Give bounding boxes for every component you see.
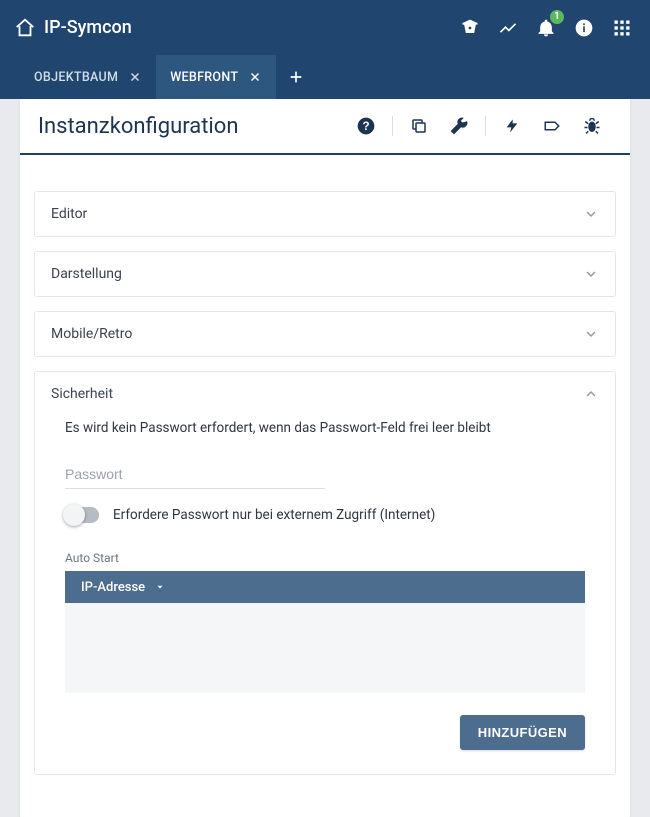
svg-text:?: ?: [362, 120, 369, 133]
chevron-down-icon: [583, 266, 599, 282]
section-header-editor[interactable]: Editor: [35, 192, 615, 236]
dropdown-arrow-icon: [155, 582, 165, 592]
chevron-up-icon: [583, 386, 599, 402]
section-darstellung: Darstellung: [34, 251, 616, 297]
autostart-list-header[interactable]: IP-Adresse: [65, 571, 585, 603]
external-only-label: Erfordere Passwort nur bei externem Zugr…: [113, 507, 435, 523]
password-input[interactable]: [65, 460, 325, 489]
section-header-security[interactable]: Sicherheit: [35, 372, 615, 416]
section-label: Darstellung: [51, 266, 583, 282]
tag-icon[interactable]: [538, 112, 566, 140]
brand: IP-Symcon: [14, 17, 132, 39]
close-icon[interactable]: [248, 70, 262, 84]
section-security: Sicherheit Es wird kein Passwort erforde…: [34, 371, 616, 775]
add-button[interactable]: HINZUFÜGEN: [460, 715, 585, 750]
brand-name: IP-Symcon: [44, 17, 132, 38]
bug-icon[interactable]: [578, 112, 606, 140]
external-only-toggle[interactable]: [65, 507, 99, 523]
security-hint: Es wird kein Passwort erfordert, wenn da…: [65, 420, 585, 436]
section-label: Editor: [51, 206, 583, 222]
notifications-icon[interactable]: 1: [532, 14, 560, 42]
help-icon[interactable]: ?: [352, 112, 380, 140]
panel-toolbar: ?: [346, 112, 612, 140]
notification-badge: 1: [550, 10, 564, 24]
autostart-column: IP-Adresse: [81, 580, 145, 595]
close-icon[interactable]: [128, 70, 142, 84]
tab-label: WEBFRONT: [170, 70, 238, 85]
section-mobile: Mobile/Retro: [34, 311, 616, 357]
activity-icon[interactable]: [494, 14, 522, 42]
tab-objektbaum[interactable]: OBJEKTBAUM: [20, 55, 156, 99]
autostart-list-body: [65, 603, 585, 693]
wrench-icon[interactable]: [445, 112, 473, 140]
config-panel: Instanzkonfiguration ?: [20, 99, 630, 817]
home-icon: [14, 17, 36, 39]
chevron-down-icon: [583, 326, 599, 342]
separator: [485, 116, 486, 136]
copy-icon[interactable]: [405, 112, 433, 140]
autostart-label: Auto Start: [65, 551, 585, 565]
tab-add-button[interactable]: [276, 55, 316, 99]
chevron-down-icon: [583, 206, 599, 222]
section-header-darstellung[interactable]: Darstellung: [35, 252, 615, 296]
section-label: Sicherheit: [51, 386, 583, 402]
page-title: Instanzkonfiguration: [38, 114, 346, 139]
panel-header: Instanzkonfiguration ?: [20, 99, 630, 155]
app-topbar: IP-Symcon 1: [0, 0, 650, 55]
section-header-mobile[interactable]: Mobile/Retro: [35, 312, 615, 356]
separator: [392, 116, 393, 136]
store-icon[interactable]: [456, 14, 484, 42]
section-editor: Editor: [34, 191, 616, 237]
bolt-icon[interactable]: [498, 112, 526, 140]
apps-grid-icon[interactable]: [608, 14, 636, 42]
info-icon[interactable]: [570, 14, 598, 42]
tab-label: OBJEKTBAUM: [34, 70, 118, 85]
tab-webfront[interactable]: WEBFRONT: [156, 55, 276, 99]
tab-strip: OBJEKTBAUM WEBFRONT: [0, 55, 650, 99]
section-label: Mobile/Retro: [51, 326, 583, 342]
